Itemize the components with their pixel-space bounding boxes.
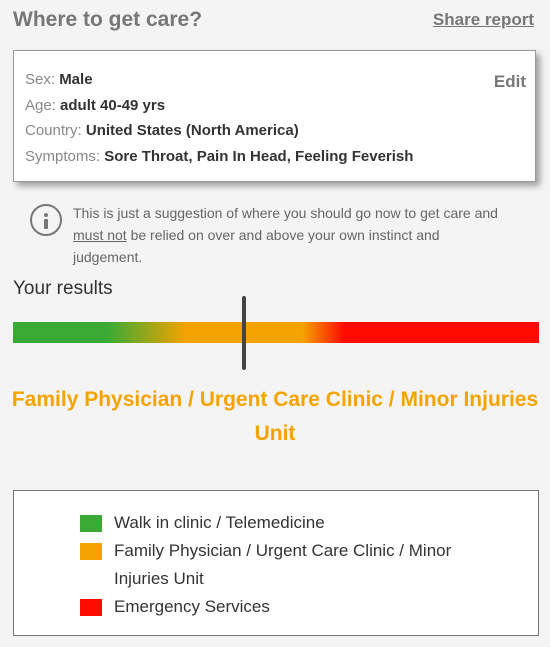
disclaimer-emphasis: must not [73,227,127,243]
edit-button[interactable]: Edit [494,72,526,92]
triage-marker [242,296,247,370]
age-row: Age: adult 40-49 yrs [25,96,165,116]
legend-swatch-red [80,599,102,616]
result-recommendation: Family Physician / Urgent Care Clinic / … [11,388,539,445]
legend-label: Family Physician / Urgent Care Clinic / … [114,541,452,588]
page-title: Where to get care? [13,8,203,31]
header: Where to get care? Share report [13,8,534,38]
triage-scale-bar [13,322,539,343]
disclaimer-text-before: This is just a suggestion of where you s… [73,205,498,221]
symptoms-row: Symptoms: Sore Throat, Pain In Head, Fee… [25,147,413,167]
symptoms-value: Sore Throat, Pain In Head, Feeling Fever… [104,148,414,165]
patient-summary-card: Sex: Male Age: adult 40-49 yrs Country: … [13,50,536,182]
info-icon [30,204,62,236]
sex-row: Sex: Male [25,70,93,90]
legend-box: Walk in clinic / Telemedicine Family Phy… [13,490,539,636]
symptoms-label: Symptoms: [25,148,101,165]
legend-swatch-orange [80,543,102,560]
disclaimer-text: This is just a suggestion of where you s… [73,202,503,268]
country-value: United States (North America) [85,122,299,139]
disclaimer-text-after: be relied on over and above your own ins… [73,227,440,265]
legend-label: Walk in clinic / Telemedicine [114,513,325,532]
legend-label: Emergency Services [114,597,270,616]
legend-swatch-green [80,515,102,532]
share-report-link[interactable]: Share report [433,10,534,30]
country-label: Country: [25,122,82,139]
age-value: adult 40-49 yrs [60,97,166,114]
sex-value: Male [59,71,93,88]
country-row: Country: United States (North America) [25,121,299,141]
age-label: Age: [25,97,56,114]
results-heading: Your results [13,278,113,299]
sex-label: Sex: [25,71,56,88]
